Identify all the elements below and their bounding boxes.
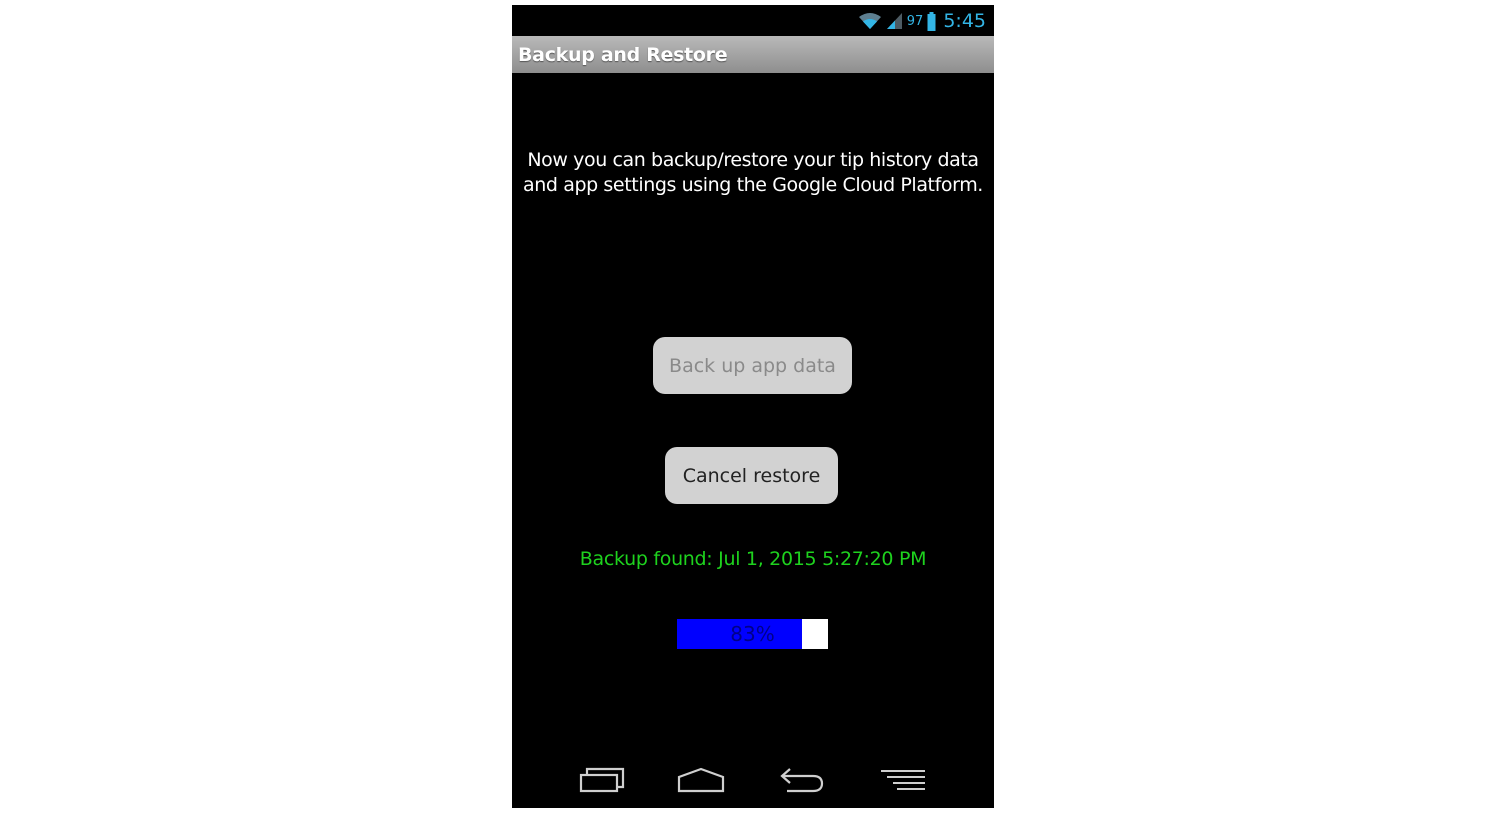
battery-percent: 97	[906, 13, 924, 29]
battery-icon	[927, 11, 936, 31]
wifi-icon	[858, 12, 882, 30]
back-icon	[779, 767, 825, 797]
status-bar: 97 5:45	[512, 5, 994, 36]
home-button[interactable]	[671, 764, 731, 800]
back-up-app-data-button[interactable]: Back up app data	[653, 337, 852, 394]
cancel-restore-button-label: Cancel restore	[682, 464, 821, 487]
recent-apps-button[interactable]	[572, 764, 632, 800]
navigation-bar	[512, 760, 994, 808]
menu-button[interactable]	[873, 764, 933, 800]
title-bar: Backup and Restore	[512, 36, 994, 73]
back-button[interactable]	[772, 764, 832, 800]
phone-screen: 97 5:45 Backup and Restore Now you can b…	[512, 5, 994, 808]
backup-found-status: Backup found: Jul 1, 2015 5:27:20 PM	[579, 548, 927, 570]
home-icon	[677, 767, 725, 797]
restore-progress-bar: 83%	[677, 619, 828, 649]
progress-percent-label: 83%	[730, 622, 775, 646]
menu-icon	[879, 768, 927, 796]
status-icons: 97 5:45	[858, 9, 986, 33]
cancel-restore-button[interactable]: Cancel restore	[665, 447, 838, 504]
status-clock: 5:45	[943, 10, 986, 32]
recent-apps-icon	[579, 767, 625, 797]
signal-icon	[886, 12, 903, 30]
page-title: Backup and Restore	[518, 43, 728, 66]
back-up-button-label: Back up app data	[669, 354, 836, 377]
description-text: Now you can backup/restore your tip hist…	[523, 149, 983, 196]
